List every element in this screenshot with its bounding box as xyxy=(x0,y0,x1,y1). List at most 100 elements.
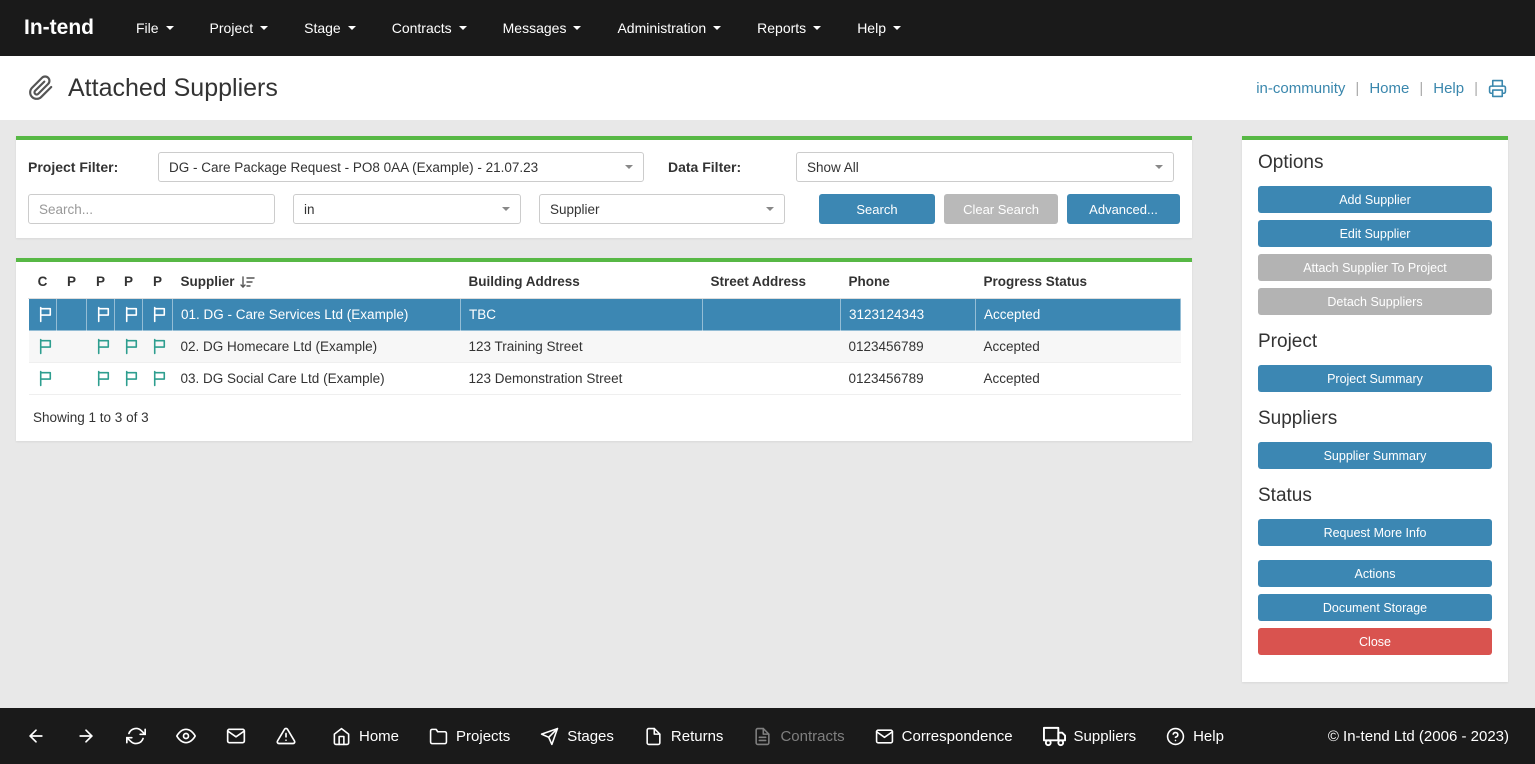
bottom-nav-suppliers-label: Suppliers xyxy=(1074,728,1137,745)
flag-cell xyxy=(87,331,115,363)
column-header-p4[interactable]: P xyxy=(143,264,173,299)
chevron-down-icon xyxy=(1155,165,1163,173)
menu-messages[interactable]: Messages xyxy=(503,20,582,36)
flag-icon xyxy=(37,370,54,387)
add-supplier-button[interactable]: Add Supplier xyxy=(1258,186,1492,213)
menu-contracts[interactable]: Contracts xyxy=(392,20,467,36)
filter-row-2: in Supplier Search Clear Search Advanced… xyxy=(28,194,1180,224)
column-header-supplier[interactable]: Supplier xyxy=(173,264,461,299)
table-row[interactable]: 01. DG - Care Services Ltd (Example) TBC… xyxy=(29,299,1181,331)
attach-supplier-button[interactable]: Attach Supplier To Project xyxy=(1258,254,1492,281)
menu-messages-label: Messages xyxy=(503,20,567,36)
search-field-value: Supplier xyxy=(550,202,600,217)
chevron-down-icon xyxy=(713,26,721,34)
project-summary-button[interactable]: Project Summary xyxy=(1258,365,1492,392)
chevron-down-icon xyxy=(573,26,581,34)
search-field-select[interactable]: Supplier xyxy=(539,194,785,224)
menu-stage[interactable]: Stage xyxy=(304,20,356,36)
chevron-down-icon xyxy=(459,26,467,34)
search-input[interactable] xyxy=(28,194,275,224)
menu-help[interactable]: Help xyxy=(857,20,901,36)
flag-cell xyxy=(143,363,173,395)
search-scope-select[interactable]: in xyxy=(293,194,521,224)
project-filter-select[interactable]: DG - Care Package Request - PO8 0AA (Exa… xyxy=(158,152,644,182)
link-help[interactable]: Help xyxy=(1433,80,1464,97)
request-more-info-button[interactable]: Request More Info xyxy=(1258,519,1492,546)
bottom-nav-correspondence[interactable]: Correspondence xyxy=(875,727,1013,746)
column-header-p1[interactable]: P xyxy=(57,264,87,299)
advanced-search-button[interactable]: Advanced... xyxy=(1067,194,1180,224)
bottom-nav-suppliers[interactable]: Suppliers xyxy=(1043,725,1137,748)
supplier-summary-button[interactable]: Supplier Summary xyxy=(1258,442,1492,469)
menu-administration[interactable]: Administration xyxy=(617,20,721,36)
edit-supplier-button[interactable]: Edit Supplier xyxy=(1258,220,1492,247)
suppliers-table: C P P P P Supplier xyxy=(28,264,1181,395)
bottom-nav-stages[interactable]: Stages xyxy=(540,727,614,746)
flag-cell xyxy=(57,363,87,395)
column-header-p3[interactable]: P xyxy=(115,264,143,299)
phone-cell: 3123124343 xyxy=(841,299,976,331)
flag-cell xyxy=(115,363,143,395)
flag-cell xyxy=(87,363,115,395)
bottom-nav-home-label: Home xyxy=(359,728,399,745)
sidebar-heading-suppliers: Suppliers xyxy=(1258,408,1492,430)
flag-icon xyxy=(123,338,140,355)
eye-icon[interactable] xyxy=(176,726,196,746)
column-header-phone[interactable]: Phone xyxy=(841,264,976,299)
table-row[interactable]: 03. DG Social Care Ltd (Example) 123 Dem… xyxy=(29,363,1181,395)
column-header-building-address[interactable]: Building Address xyxy=(461,264,703,299)
bottom-nav-help[interactable]: Help xyxy=(1166,727,1224,746)
top-menu: File Project Stage Contracts Messages Ad… xyxy=(136,20,901,36)
mail-icon[interactable] xyxy=(226,726,246,746)
table-row[interactable]: 02. DG Homecare Ltd (Example) 123 Traini… xyxy=(29,331,1181,363)
menu-file[interactable]: File xyxy=(136,20,174,36)
sidebar-heading-project: Project xyxy=(1258,331,1492,353)
detach-suppliers-button[interactable]: Detach Suppliers xyxy=(1258,288,1492,315)
document-storage-button[interactable]: Document Storage xyxy=(1258,594,1492,621)
actions-button[interactable]: Actions xyxy=(1258,560,1492,587)
search-scope-value: in xyxy=(304,202,315,217)
sort-icon[interactable] xyxy=(240,275,255,289)
warning-icon[interactable] xyxy=(276,726,296,746)
column-header-progress-status[interactable]: Progress Status xyxy=(976,264,1181,299)
printer-icon[interactable] xyxy=(1488,79,1507,98)
menu-reports[interactable]: Reports xyxy=(757,20,821,36)
flag-icon xyxy=(37,306,54,323)
menu-file-label: File xyxy=(136,20,159,36)
search-button[interactable]: Search xyxy=(819,194,935,224)
bottom-nav-home[interactable]: Home xyxy=(332,727,399,746)
data-filter-select[interactable]: Show All xyxy=(796,152,1174,182)
menu-help-label: Help xyxy=(857,20,886,36)
project-filter-value: DG - Care Package Request - PO8 0AA (Exa… xyxy=(169,160,538,175)
bottom-nav-returns[interactable]: Returns xyxy=(644,727,724,746)
menu-stage-label: Stage xyxy=(304,20,341,36)
supplier-name-cell: 02. DG Homecare Ltd (Example) xyxy=(173,331,461,363)
refresh-icon[interactable] xyxy=(126,726,146,746)
column-header-street-address[interactable]: Street Address xyxy=(703,264,841,299)
arrow-left-icon[interactable] xyxy=(26,726,46,746)
column-header-p2[interactable]: P xyxy=(87,264,115,299)
arrow-right-icon[interactable] xyxy=(76,726,96,746)
sidebar-heading-options: Options xyxy=(1258,152,1492,174)
link-in-community[interactable]: in-community xyxy=(1256,80,1345,97)
bottom-nav-returns-label: Returns xyxy=(671,728,724,745)
clear-search-button[interactable]: Clear Search xyxy=(944,194,1058,224)
phone-cell: 0123456789 xyxy=(841,331,976,363)
chevron-down-icon xyxy=(348,26,356,34)
bottom-nav-correspondence-label: Correspondence xyxy=(902,728,1013,745)
column-header-c[interactable]: C xyxy=(29,264,57,299)
bottom-nav-projects[interactable]: Projects xyxy=(429,727,510,746)
progress-status-cell: Accepted xyxy=(976,331,1181,363)
chevron-down-icon xyxy=(813,26,821,34)
app-root: In-tend File Project Stage Contracts Mes… xyxy=(0,0,1535,764)
project-filter-label: Project Filter: xyxy=(28,159,158,175)
flag-cell xyxy=(87,299,115,331)
content-area: Project Filter: DG - Care Package Reques… xyxy=(0,120,1535,708)
menu-project[interactable]: Project xyxy=(210,20,269,36)
close-button[interactable]: Close xyxy=(1258,628,1492,655)
flag-cell xyxy=(29,299,57,331)
flag-icon xyxy=(123,370,140,387)
flag-cell xyxy=(57,299,87,331)
truck-icon xyxy=(1043,725,1066,748)
link-home[interactable]: Home xyxy=(1369,80,1409,97)
